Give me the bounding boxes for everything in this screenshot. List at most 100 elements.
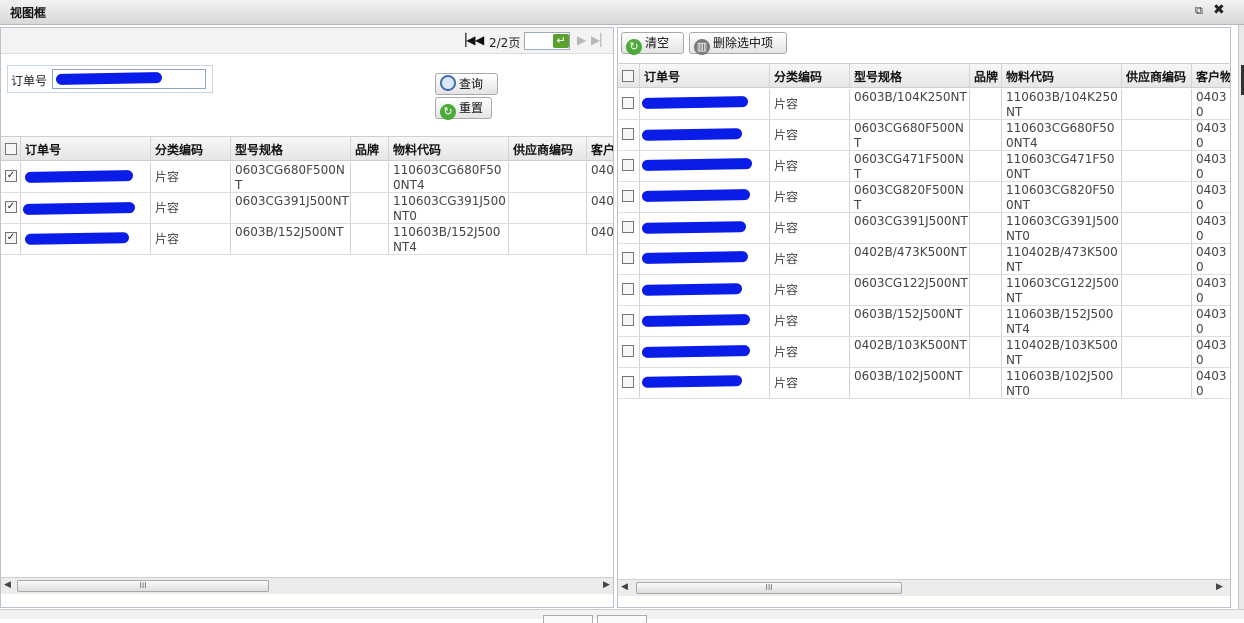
col-customer[interactable]: 客户 — [587, 137, 613, 160]
scrollbar-thumb[interactable]: III — [636, 582, 902, 594]
table-row[interactable]: 片容 0603B/152J500NT 110603B/152J500NT4 04030… — [618, 306, 1230, 337]
row-checkbox[interactable]: ✓ — [5, 232, 17, 244]
cell-brand — [351, 193, 389, 223]
cell-brand — [970, 213, 1002, 243]
col-material-code[interactable]: 物料代码 — [1002, 64, 1122, 87]
scroll-left-icon[interactable]: ◀ — [621, 582, 628, 592]
restore-icon[interactable]: ⧉ — [1195, 5, 1207, 17]
cell-material: 110603B/152J500NT4 — [1002, 306, 1122, 336]
scroll-left-icon[interactable]: ◀ — [4, 580, 11, 590]
col-order-number[interactable]: 订单号 — [640, 64, 770, 87]
table-row[interactable]: ✓ 片容0603CG680F500NT 110603CG680F500NT4 0403 — [1, 162, 613, 193]
redaction-mark — [22, 202, 136, 215]
row-checkbox[interactable] — [622, 345, 634, 357]
horizontal-scrollbar[interactable]: ◀ III ▶ — [1, 577, 613, 594]
cell-brand — [970, 337, 1002, 367]
next-page-icon[interactable]: ▶ — [577, 34, 586, 47]
col-model-spec[interactable]: 型号规格 — [231, 137, 351, 160]
row-checkbox[interactable] — [622, 190, 634, 202]
dialog-footer — [0, 609, 1244, 623]
last-page-icon[interactable]: ▶▏ — [591, 34, 609, 47]
cell-category: 片容 — [770, 182, 850, 212]
scroll-right-icon[interactable]: ▶ — [1216, 582, 1223, 592]
cell-supplier — [1122, 275, 1192, 305]
col-supplier-code[interactable]: 供应商编码 — [1122, 64, 1192, 87]
cell-category: 片容 — [770, 120, 850, 150]
outer-scrollbar[interactable] — [1238, 25, 1244, 619]
row-checkbox[interactable] — [622, 97, 634, 109]
clear-button[interactable]: ↻ 清空 — [621, 32, 684, 55]
cell-material: 110603B/102J500NT0 — [1002, 368, 1122, 398]
scroll-right-icon[interactable]: ▶ — [603, 580, 610, 590]
col-supplier-code[interactable]: 供应商编码 — [509, 137, 587, 160]
row-checkbox[interactable]: ✓ — [5, 201, 17, 213]
table-row[interactable]: ✓ 片容0603B/152J500NT 110603B/152J500NT4 0403 — [1, 224, 613, 255]
footer-button-1[interactable] — [543, 615, 593, 623]
first-page-icon[interactable]: ▕◀ — [457, 34, 475, 47]
page-indicator: 2/2页 — [489, 36, 521, 50]
col-category-code[interactable]: 分类编码 — [151, 137, 231, 160]
cell-customer: 04030 9 — [1192, 89, 1230, 119]
col-customer[interactable]: 客户物 — [1192, 64, 1230, 87]
cell-order — [640, 182, 770, 212]
close-icon[interactable]: ✖ — [1213, 3, 1227, 17]
col-order-number[interactable]: 订单号 — [21, 137, 151, 160]
table-row[interactable]: 片容 0603CG391J500NT 110603CG391J500NT0 04030… — [618, 213, 1230, 244]
col-category-code[interactable]: 分类编码 — [770, 64, 850, 87]
table-row[interactable]: ✓ 片容0603CG391J500NT 110603CG391J500NT0 0403 — [1, 193, 613, 224]
reset-button[interactable]: ↻ 重置 — [435, 97, 492, 120]
row-checkbox[interactable] — [622, 221, 634, 233]
selected-items-grid: 订单号 分类编码 型号规格 品牌 物料代码 供应商编码 客户物 片容 0603B/… — [618, 63, 1230, 403]
dialog-title: 视图框 — [10, 6, 47, 20]
footer-button-2[interactable] — [597, 615, 647, 623]
cell-customer: 0403 — [587, 162, 613, 192]
magnifier-icon — [440, 75, 456, 91]
cell-model: 0402B/473K500NT — [850, 244, 970, 274]
query-button[interactable]: 查询 — [435, 73, 498, 95]
redaction-mark — [641, 345, 751, 358]
col-brand[interactable]: 品牌 — [351, 137, 389, 160]
row-checkbox[interactable] — [622, 314, 634, 326]
prev-page-icon[interactable]: ◀ — [475, 34, 484, 47]
redaction-mark — [641, 221, 747, 234]
cell-category: 片容 — [770, 275, 850, 305]
row-checkbox[interactable] — [622, 159, 634, 171]
select-all-checkbox[interactable] — [622, 70, 634, 82]
cell-supplier — [1122, 151, 1192, 181]
select-all-checkbox[interactable] — [5, 143, 17, 155]
table-row[interactable]: 片容 0402B/473K500NT 110402B/473K500NT 04030 … — [618, 244, 1230, 275]
scrollbar-thumb[interactable]: III — [17, 580, 269, 592]
cell-customer: 0403 — [587, 193, 613, 223]
cell-brand — [970, 182, 1002, 212]
table-row[interactable]: 片容 0603B/102J500NT 110603B/102J500NT0 04030… — [618, 368, 1230, 399]
row-checkbox[interactable] — [622, 252, 634, 264]
cell-customer: 04030 6 — [1192, 244, 1230, 274]
cell-supplier — [1122, 244, 1192, 274]
row-checkbox[interactable] — [622, 128, 634, 140]
search-panel: ▕◀ ◀ 2/2页 ↵ ▶ ▶▏ 订单号 查询 ↻ 重置 订单号 分类编码 型号规… — [0, 27, 614, 608]
table-row[interactable]: 片容 0402B/103K500NT 110402B/103K500NT 04030 … — [618, 337, 1230, 368]
go-page-icon[interactable]: ↵ — [553, 34, 569, 48]
cell-model: 0603CG471F500NT — [850, 151, 970, 181]
col-material-code[interactable]: 物料代码 — [389, 137, 509, 160]
row-checkbox[interactable]: ✓ — [5, 170, 17, 182]
row-checkbox[interactable] — [622, 376, 634, 388]
table-row[interactable]: 片容 0603CG680F500NT 110603CG680F500NT4 04030… — [618, 120, 1230, 151]
cell-order — [640, 368, 770, 398]
row-checkbox[interactable] — [622, 283, 634, 295]
col-model-spec[interactable]: 型号规格 — [850, 64, 970, 87]
col-brand[interactable]: 品牌 — [970, 64, 1002, 87]
cell-material: 110603CG391J500NT0 — [389, 193, 509, 223]
table-row[interactable]: 片容 0603CG122J500NT 110603CG122J500NT 04030 … — [618, 275, 1230, 306]
cell-customer: 0403 — [587, 224, 613, 254]
horizontal-scrollbar[interactable]: ◀ III ▶ — [618, 579, 1230, 596]
table-row[interactable]: 片容 0603CG820F500NT 110603CG820F500NT 04030 … — [618, 182, 1230, 213]
cell-brand — [351, 162, 389, 192]
table-row[interactable]: 片容 0603B/104K250NT 110603B/104K250NT 04030 … — [618, 89, 1230, 120]
refresh-icon: ↻ — [626, 39, 642, 55]
delete-selected-button[interactable]: ▥ 删除选中项 — [689, 32, 787, 55]
cell-order — [21, 193, 151, 223]
table-row[interactable]: 片容 0603CG471F500NT 110603CG471F500NT 04030 … — [618, 151, 1230, 182]
cell-supplier — [1122, 306, 1192, 336]
cell-brand — [970, 120, 1002, 150]
